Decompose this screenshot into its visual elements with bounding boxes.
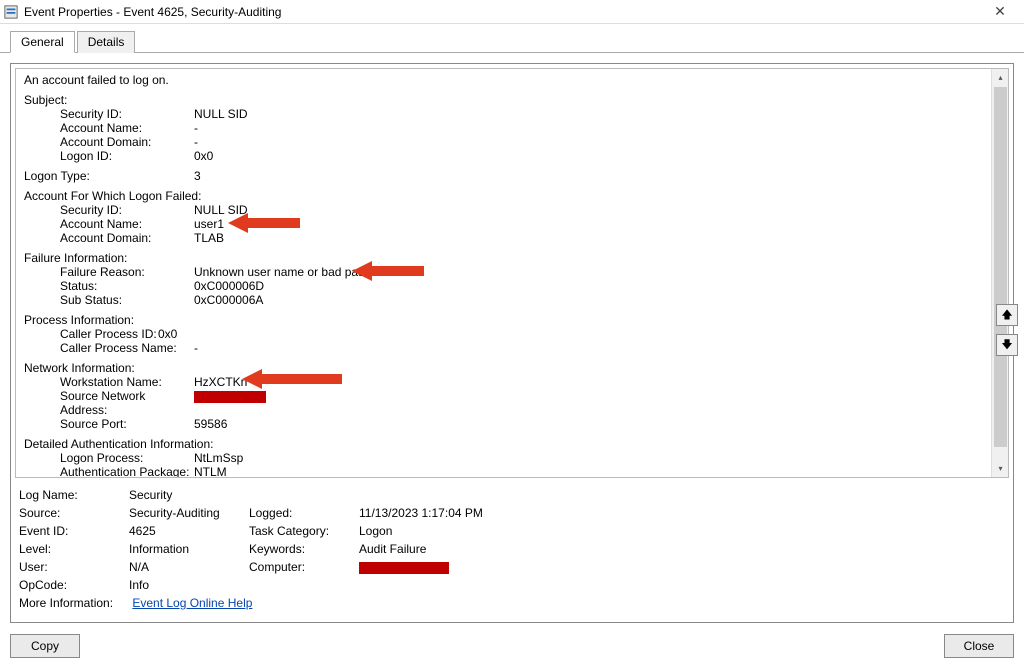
net-ws-label: Workstation Name:	[24, 375, 194, 389]
process-id-value: 0x0	[158, 327, 177, 341]
tabstrip: General Details	[0, 24, 1024, 53]
fa-domain-value: TLAB	[194, 231, 224, 245]
scroll-up-icon[interactable]: ▴	[992, 69, 1009, 86]
net-port-label: Source Port:	[24, 417, 194, 431]
scroll-thumb[interactable]	[994, 87, 1007, 447]
arrow-up-icon: 🡅	[1001, 306, 1012, 325]
net-port-value: 59586	[194, 417, 227, 431]
logon-type-value: 3	[158, 169, 201, 183]
next-event-button[interactable]: 🡇	[996, 334, 1018, 356]
taskcat-value: Logon	[359, 524, 1005, 538]
eventid-label: Event ID:	[19, 524, 129, 538]
process-name-label: Caller Process Name:	[24, 341, 194, 355]
failed-acct-title: Account For Which Logon Failed:	[24, 189, 1000, 203]
source-value: Security-Auditing	[129, 506, 249, 520]
logged-label: Logged:	[249, 506, 359, 520]
fa-acct-label: Account Name:	[24, 217, 194, 231]
headline-text: An account failed to log on.	[24, 73, 1000, 87]
auth-proc-label: Logon Process:	[24, 451, 194, 465]
headline-section: An account failed to log on.	[24, 73, 1000, 87]
arrow-down-icon: 🡇	[1001, 336, 1012, 355]
copy-button[interactable]: Copy	[10, 634, 80, 658]
net-addr-label: Source Network Address:	[24, 389, 194, 417]
net-ws-value: HzXCTKn	[194, 375, 247, 389]
failure-reason-label: Failure Reason:	[24, 265, 194, 279]
fa-secid-value: NULL SID	[194, 203, 248, 217]
subject-domain-value: -	[194, 135, 198, 149]
user-label: User:	[19, 560, 129, 574]
scrollbar[interactable]: ▴ ▾	[991, 69, 1008, 477]
opcode-value: Info	[129, 578, 249, 592]
subject-secid-label: Security ID:	[24, 107, 194, 121]
failure-status-label: Status:	[24, 279, 194, 293]
eventid-value: 4625	[129, 524, 249, 538]
logon-type-label: Logon Type:	[24, 169, 158, 183]
event-panel: An account failed to log on. Subject: Se…	[10, 63, 1014, 623]
prev-event-button[interactable]: 🡅	[996, 304, 1018, 326]
subject-secid-value: NULL SID	[194, 107, 248, 121]
auth-pkg-value: NTLM	[194, 465, 227, 478]
user-value: N/A	[129, 560, 249, 574]
taskcat-label: Task Category:	[249, 524, 359, 538]
subject-logonid-value: 0x0	[194, 149, 213, 163]
computer-value	[359, 560, 1005, 574]
summary-grid: Log Name: Security Source: Security-Audi…	[15, 478, 1009, 612]
window-titlebar: Event Properties - Event 4625, Security-…	[0, 0, 1024, 24]
source-label: Source:	[19, 506, 129, 520]
auth-pkg-label: Authentication Package:	[24, 465, 194, 478]
redacted-block	[359, 562, 449, 574]
log-name-label: Log Name:	[19, 488, 129, 502]
dialog-footer: Copy Close	[0, 627, 1024, 665]
net-addr-value	[194, 389, 266, 417]
subject-acct-label: Account Name:	[24, 121, 194, 135]
log-name-value: Security	[129, 488, 249, 502]
computer-label: Computer:	[249, 560, 359, 574]
scroll-down-icon[interactable]: ▾	[992, 460, 1009, 477]
fa-domain-label: Account Domain:	[24, 231, 194, 245]
moreinfo-label: More Information:	[19, 596, 129, 610]
keywords-label: Keywords:	[249, 542, 359, 556]
subject-domain-label: Account Domain:	[24, 135, 194, 149]
event-icon	[4, 5, 18, 19]
level-value: Information	[129, 542, 249, 556]
subject-title: Subject:	[24, 93, 1000, 107]
failure-substatus-label: Sub Status:	[24, 293, 194, 307]
window-title: Event Properties - Event 4625, Security-…	[24, 5, 980, 19]
auth-proc-value: NtLmSsp	[194, 451, 243, 465]
failure-status-value: 0xC000006D	[194, 279, 264, 293]
failure-title: Failure Information:	[24, 251, 1000, 265]
failure-substatus-value: 0xC000006A	[194, 293, 263, 307]
redacted-block	[194, 391, 266, 403]
tab-general[interactable]: General	[10, 31, 75, 53]
level-label: Level:	[19, 542, 129, 556]
auth-title: Detailed Authentication Information:	[24, 437, 1000, 451]
logged-value: 11/13/2023 1:17:04 PM	[359, 506, 1005, 520]
fa-acct-value: user1	[194, 217, 224, 231]
failure-reason-value: Unknown user name or bad password.	[194, 265, 399, 279]
window-close-button[interactable]: ✕	[980, 3, 1020, 20]
close-button[interactable]: Close	[944, 634, 1014, 658]
fa-secid-label: Security ID:	[24, 203, 194, 217]
opcode-label: OpCode:	[19, 578, 129, 592]
keywords-value: Audit Failure	[359, 542, 1005, 556]
tab-details[interactable]: Details	[77, 31, 136, 53]
event-log-help-link[interactable]: Event Log Online Help	[132, 596, 252, 610]
network-title: Network Information:	[24, 361, 1000, 375]
event-description: An account failed to log on. Subject: Se…	[15, 68, 1009, 478]
process-title: Process Information:	[24, 313, 1000, 327]
process-name-value: -	[194, 341, 198, 355]
event-nav-buttons: 🡅 🡇	[996, 304, 1018, 356]
subject-acct-value: -	[194, 121, 198, 135]
subject-logonid-label: Logon ID:	[24, 149, 194, 163]
